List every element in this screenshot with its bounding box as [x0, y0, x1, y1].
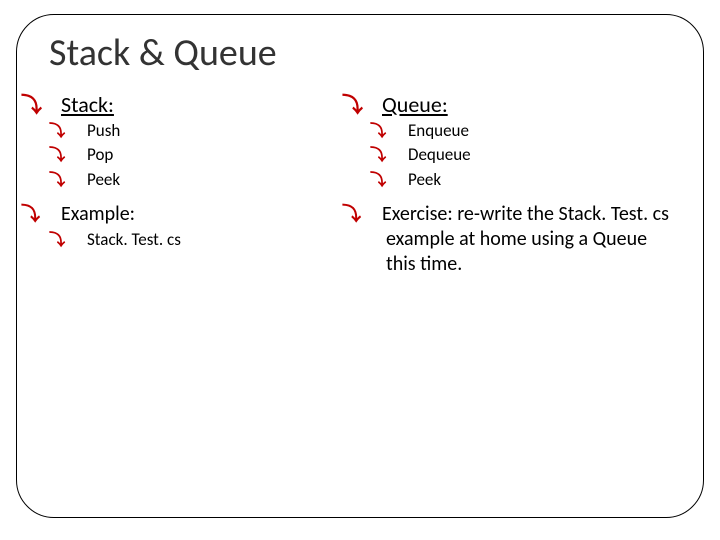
- bullet-icon: ⤵: [69, 171, 87, 191]
- item-text: Push: [87, 120, 120, 141]
- heading-text: Stack:: [61, 91, 114, 118]
- bullet-icon: ⤵: [364, 203, 382, 227]
- item-text: Enqueue: [408, 120, 469, 141]
- spacer: [364, 192, 671, 198]
- bullet-icon: ⤵: [69, 146, 87, 166]
- item-text: Pop: [87, 144, 113, 165]
- queue-heading: ⤵Queue:: [364, 91, 671, 119]
- spacer: [43, 192, 354, 198]
- slide-title: Stack & Queue: [49, 33, 677, 75]
- left-column: ⤵Stack: ⤵Push ⤵Pop ⤵Peek ⤵Example: ⤵Stac…: [43, 87, 360, 279]
- item-text: Stack. Test. cs: [87, 229, 181, 250]
- slide-frame: Stack & Queue ⤵Stack: ⤵Push ⤵Pop ⤵Peek: [16, 14, 704, 518]
- item-text: Peek: [408, 169, 441, 190]
- stack-heading: ⤵Stack:: [43, 91, 354, 119]
- item-text: Dequeue: [408, 144, 471, 165]
- bullet-icon: ⤵: [43, 92, 61, 118]
- item-text: Peek: [87, 169, 120, 190]
- list-item: ⤵Push: [69, 120, 354, 142]
- slide: Stack & Queue ⤵Stack: ⤵Push ⤵Pop ⤵Peek: [0, 0, 720, 540]
- bullet-icon: ⤵: [69, 122, 87, 142]
- list-item: ⤵Dequeue: [390, 144, 671, 166]
- example-heading: ⤵Example:: [43, 202, 354, 227]
- list-item: ⤵Enqueue: [390, 120, 671, 142]
- bullet-icon: ⤵: [390, 171, 408, 191]
- content-columns: ⤵Stack: ⤵Push ⤵Pop ⤵Peek ⤵Example: ⤵Stac…: [43, 87, 677, 279]
- item-text: Exercise: re-write the Stack. Test. cs e…: [382, 202, 669, 276]
- bullet-icon: ⤵: [390, 146, 408, 166]
- list-item: ⤵Pop: [69, 144, 354, 166]
- heading-text: Queue:: [382, 91, 448, 118]
- right-column: ⤵Queue: ⤵Enqueue ⤵Dequeue ⤵Peek ⤵Exercis…: [360, 87, 677, 279]
- bullet-icon: ⤵: [390, 122, 408, 142]
- exercise-text: ⤵Exercise: re-write the Stack. Test. cs …: [364, 202, 671, 277]
- list-item: ⤵Peek: [390, 169, 671, 191]
- bullet-icon: ⤵: [364, 92, 382, 118]
- list-item: ⤵Stack. Test. cs: [69, 229, 354, 251]
- heading-text: Example:: [61, 202, 135, 226]
- bullet-icon: ⤵: [69, 231, 87, 251]
- list-item: ⤵Peek: [69, 169, 354, 191]
- bullet-icon: ⤵: [43, 203, 61, 227]
